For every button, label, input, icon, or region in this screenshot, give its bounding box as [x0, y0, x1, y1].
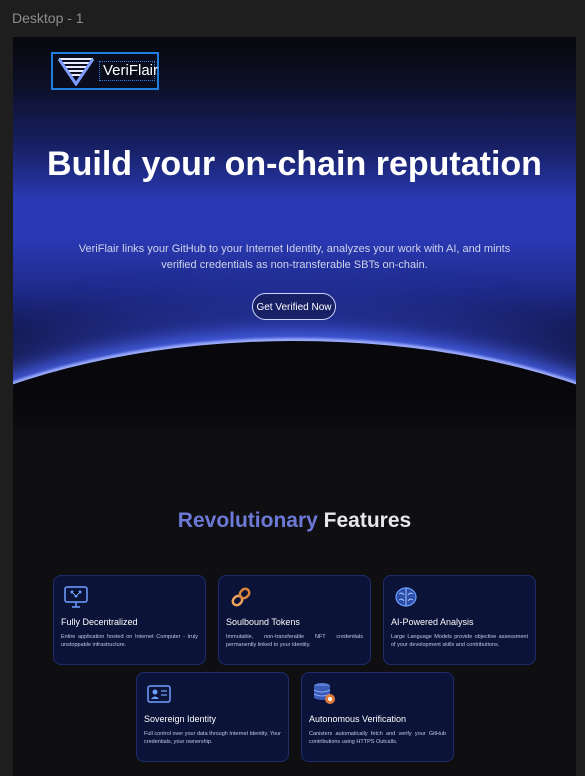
page-canvas: VeriFlair Build your on-chain reputation… [13, 37, 576, 776]
feature-title: AI-Powered Analysis [391, 617, 474, 627]
feature-title: Autonomous Verification [309, 714, 407, 724]
frame-label: Desktop - 1 [12, 10, 84, 26]
hero-title: Build your on-chain reputation [47, 145, 542, 183]
id-card-icon [147, 685, 171, 703]
features-heading-accent: Revolutionary [177, 509, 318, 532]
hero-subtitle: VeriFlair links your GitHub to your Inte… [78, 243, 511, 271]
features-heading-rest: Features [317, 509, 412, 532]
network-icon [64, 586, 88, 608]
feature-card-autonomous-verification[interactable]: Autonomous Verification Canisters automa… [301, 672, 454, 762]
feature-card-sovereign-identity[interactable]: Sovereign Identity Full control over you… [136, 672, 289, 762]
feature-card-soulbound[interactable]: Soulbound Tokens Immutable, non-transfer… [218, 575, 371, 665]
brain-icon [395, 587, 417, 607]
feature-card-decentralized[interactable]: Fully Decentralized Entire application h… [53, 575, 206, 665]
get-verified-button[interactable]: Get Verified Now [252, 293, 336, 320]
hero-section: VeriFlair Build your on-chain reputation… [13, 37, 576, 439]
feature-title: Soulbound Tokens [226, 617, 300, 627]
brand-logo[interactable]: VeriFlair [51, 52, 159, 90]
feature-title: Fully Decentralized [61, 617, 138, 627]
feature-title: Sovereign Identity [144, 714, 217, 724]
feature-description: Immutable, non-transferable NFT credenti… [226, 634, 363, 648]
chain-link-icon [231, 587, 251, 607]
feature-card-ai-analysis[interactable]: AI-Powered Analysis Large Language Model… [383, 575, 536, 665]
feature-description: Full control over your data through Inte… [144, 731, 281, 745]
feature-description: Entire application hosted on Internet Co… [61, 634, 198, 648]
brand-name: VeriFlair [99, 61, 158, 81]
hero-bottom-fade [13, 397, 576, 439]
database-icon [313, 683, 335, 704]
shield-v-logo-icon [57, 58, 95, 86]
feature-description: Large Language Models provide objective … [391, 634, 528, 648]
feature-description: Canisters automatically fetch and verify… [309, 731, 446, 745]
features-heading: Revolutionary Features [13, 509, 576, 533]
